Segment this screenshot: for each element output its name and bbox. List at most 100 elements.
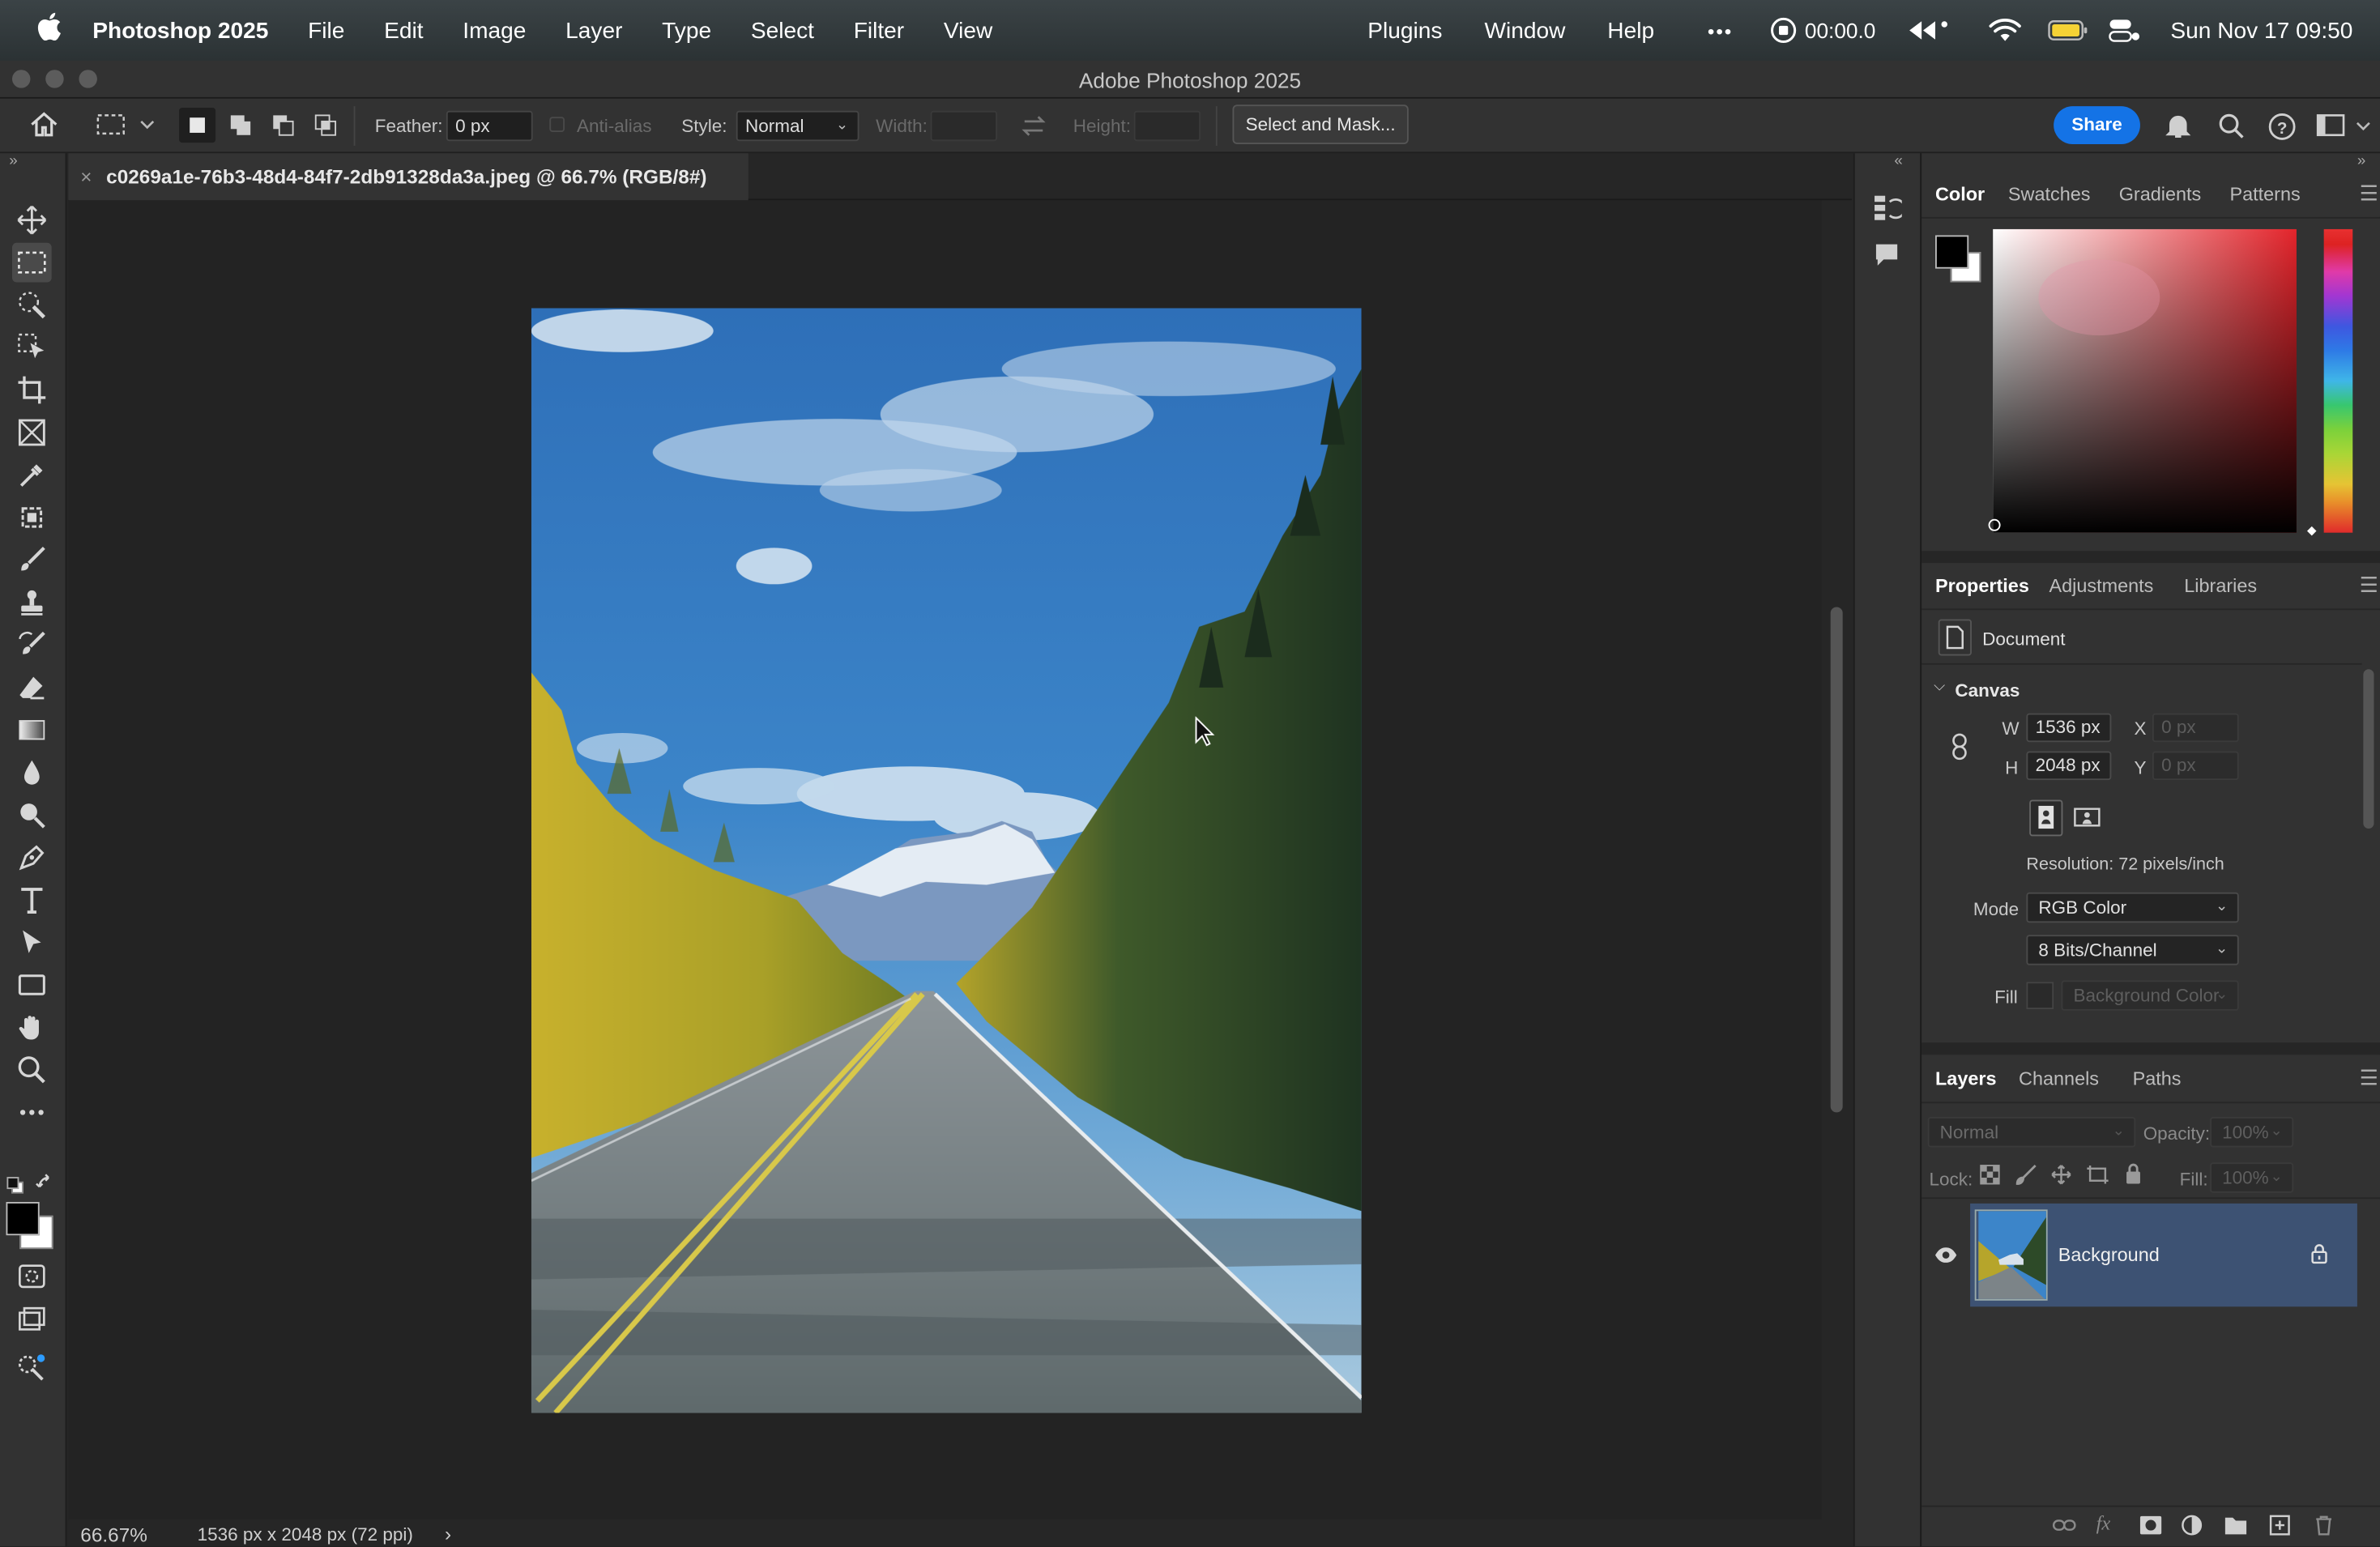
minimize-window-button[interactable] bbox=[45, 70, 64, 88]
menu-help[interactable]: Help bbox=[1607, 0, 1654, 61]
object-selection-tool-icon[interactable] bbox=[12, 328, 52, 368]
canvas-y-input[interactable]: 0 px bbox=[2152, 751, 2239, 781]
rewind-icon[interactable] bbox=[1906, 0, 1951, 61]
swap-colors-icon[interactable] bbox=[35, 1173, 56, 1202]
history-brush-tool-icon[interactable] bbox=[12, 625, 52, 665]
share-button[interactable]: Share bbox=[2054, 106, 2140, 145]
home-icon[interactable] bbox=[29, 111, 59, 143]
clock[interactable]: Sun Nov 17 09:50 bbox=[2170, 0, 2352, 61]
document-info[interactable]: 1536 px x 2048 px (72 ppi) bbox=[198, 1524, 413, 1545]
menu-file[interactable]: File bbox=[308, 18, 344, 44]
subtract-selection-icon[interactable] bbox=[266, 108, 302, 147]
quick-selection-tool-icon[interactable] bbox=[12, 285, 52, 325]
type-tool-icon[interactable] bbox=[12, 880, 52, 920]
foreground-color-swatch[interactable] bbox=[1934, 235, 1969, 269]
notifications-icon[interactable] bbox=[2165, 113, 2192, 144]
zoom-tool-icon[interactable] bbox=[12, 1051, 52, 1090]
generative-fill-icon[interactable] bbox=[12, 1348, 52, 1387]
clone-stamp-tool-icon[interactable] bbox=[12, 583, 52, 623]
height-input[interactable] bbox=[1133, 110, 1201, 142]
collapse-right-icon[interactable]: » bbox=[2357, 153, 2365, 170]
apple-icon[interactable] bbox=[36, 11, 62, 49]
brush-tool-icon[interactable] bbox=[12, 540, 52, 580]
tab-patterns[interactable]: Patterns bbox=[2229, 184, 2300, 205]
eyedropper-tool-icon[interactable] bbox=[12, 455, 52, 495]
more-tools-icon[interactable] bbox=[12, 1093, 52, 1132]
vertical-scrollbar[interactable] bbox=[1830, 607, 1843, 1113]
opacity-input[interactable]: 100% ⌄ bbox=[2210, 1117, 2294, 1148]
add-mask-icon[interactable] bbox=[2139, 1515, 2163, 1544]
close-window-button[interactable] bbox=[11, 70, 31, 88]
layer-row[interactable]: Background bbox=[1970, 1203, 2357, 1307]
lock-all-icon[interactable] bbox=[2123, 1162, 2143, 1192]
zoom-level[interactable]: 66.67% bbox=[80, 1524, 147, 1546]
delete-layer-icon[interactable] bbox=[2314, 1515, 2335, 1544]
lock-pixels-icon[interactable] bbox=[2015, 1164, 2037, 1193]
spot-healing-tool-icon[interactable] bbox=[12, 498, 52, 538]
menu-layer[interactable]: Layer bbox=[565, 18, 622, 44]
collapse-left-icon[interactable]: « bbox=[1894, 153, 1902, 170]
tab-paths[interactable]: Paths bbox=[2133, 1068, 2182, 1089]
search-icon[interactable] bbox=[2218, 113, 2246, 144]
screen-record-status[interactable]: 00:00.0 bbox=[1770, 0, 1875, 61]
tab-layers[interactable]: Layers bbox=[1935, 1068, 1997, 1089]
hand-tool-icon[interactable] bbox=[12, 1008, 52, 1047]
properties-scrollbar[interactable] bbox=[2363, 669, 2374, 829]
hue-slider[interactable] bbox=[2323, 228, 2353, 533]
menu-image[interactable]: Image bbox=[463, 18, 526, 44]
frame-tool-icon[interactable] bbox=[12, 413, 52, 453]
chevron-down-icon[interactable]: ⌵ bbox=[1934, 679, 1945, 696]
fill-color-swatch[interactable] bbox=[2026, 982, 2054, 1010]
new-layer-icon[interactable] bbox=[2269, 1515, 2290, 1544]
rectangle-tool-icon[interactable] bbox=[12, 965, 52, 1005]
canvas-width-input[interactable]: 1536 px bbox=[2026, 713, 2112, 743]
menu-edit[interactable]: Edit bbox=[384, 18, 423, 44]
menu-select[interactable]: Select bbox=[751, 18, 814, 44]
canvas-x-input[interactable]: 0 px bbox=[2152, 713, 2239, 743]
help-icon[interactable]: ? bbox=[2267, 113, 2297, 146]
feather-input[interactable]: 0 px bbox=[446, 110, 533, 142]
default-colors-icon[interactable] bbox=[6, 1174, 24, 1202]
portrait-orientation-icon[interactable] bbox=[2029, 799, 2063, 837]
mode-select[interactable]: RGB Color ⌄ bbox=[2026, 892, 2239, 923]
eraser-tool-icon[interactable] bbox=[12, 667, 52, 707]
add-to-selection-icon[interactable] bbox=[223, 108, 259, 147]
tab-channels[interactable]: Channels bbox=[2019, 1068, 2099, 1089]
zoom-window-button[interactable] bbox=[79, 70, 97, 88]
canvas-height-input[interactable]: 2048 px bbox=[2026, 751, 2112, 781]
antialias-checkbox[interactable] bbox=[549, 117, 565, 133]
hue-slider-handle[interactable]: ◆ bbox=[2307, 523, 2317, 537]
comments-panel-icon[interactable] bbox=[1871, 240, 1901, 278]
tab-adjustments[interactable]: Adjustments bbox=[2049, 575, 2154, 596]
move-tool-icon[interactable] bbox=[12, 200, 52, 240]
bit-depth-select[interactable]: 8 Bits/Channel ⌄ bbox=[2026, 935, 2239, 965]
workspace-icon[interactable] bbox=[2316, 114, 2370, 143]
panel-menu-icon[interactable]: ☰ bbox=[2360, 572, 2379, 598]
control-center-icon[interactable] bbox=[2109, 0, 2142, 61]
canvas-section-title[interactable]: Canvas bbox=[1955, 680, 2020, 701]
fx-icon[interactable]: fx bbox=[2096, 1511, 2111, 1536]
blur-tool-icon[interactable] bbox=[12, 752, 52, 792]
select-and-mask-button[interactable]: Select and Mask... bbox=[1232, 104, 1409, 145]
width-input[interactable] bbox=[930, 110, 998, 142]
tab-libraries[interactable]: Libraries bbox=[2184, 575, 2257, 596]
foreground-color-swatch[interactable] bbox=[6, 1201, 40, 1236]
landscape-orientation-icon[interactable] bbox=[2072, 803, 2102, 841]
color-picker-handle[interactable] bbox=[1988, 518, 2001, 531]
blend-mode-select[interactable]: Normal ⌄ bbox=[1927, 1117, 2136, 1148]
rectangular-marquee-tool-icon[interactable] bbox=[11, 242, 52, 283]
menu-view[interactable]: View bbox=[944, 18, 992, 44]
color-picker-field[interactable] bbox=[1993, 228, 2297, 533]
menu-type[interactable]: Type bbox=[662, 18, 711, 44]
menu-window[interactable]: Window bbox=[1484, 0, 1565, 61]
chevron-right-icon[interactable]: › bbox=[445, 1522, 451, 1545]
tab-color[interactable]: Color bbox=[1935, 184, 1985, 205]
close-tab-icon[interactable]: × bbox=[80, 153, 92, 200]
canvas-area[interactable] bbox=[68, 200, 1822, 1535]
lock-artboard-icon[interactable] bbox=[2085, 1164, 2109, 1193]
new-group-icon[interactable] bbox=[2224, 1515, 2248, 1544]
layer-fill-input[interactable]: 100% ⌄ bbox=[2210, 1162, 2294, 1193]
document-tab[interactable]: × c0269a1e-76b3-48d4-84f7-2db91328da3a.j… bbox=[68, 153, 749, 201]
tab-gradients[interactable]: Gradients bbox=[2119, 184, 2202, 205]
wifi-icon[interactable] bbox=[1989, 0, 2022, 61]
